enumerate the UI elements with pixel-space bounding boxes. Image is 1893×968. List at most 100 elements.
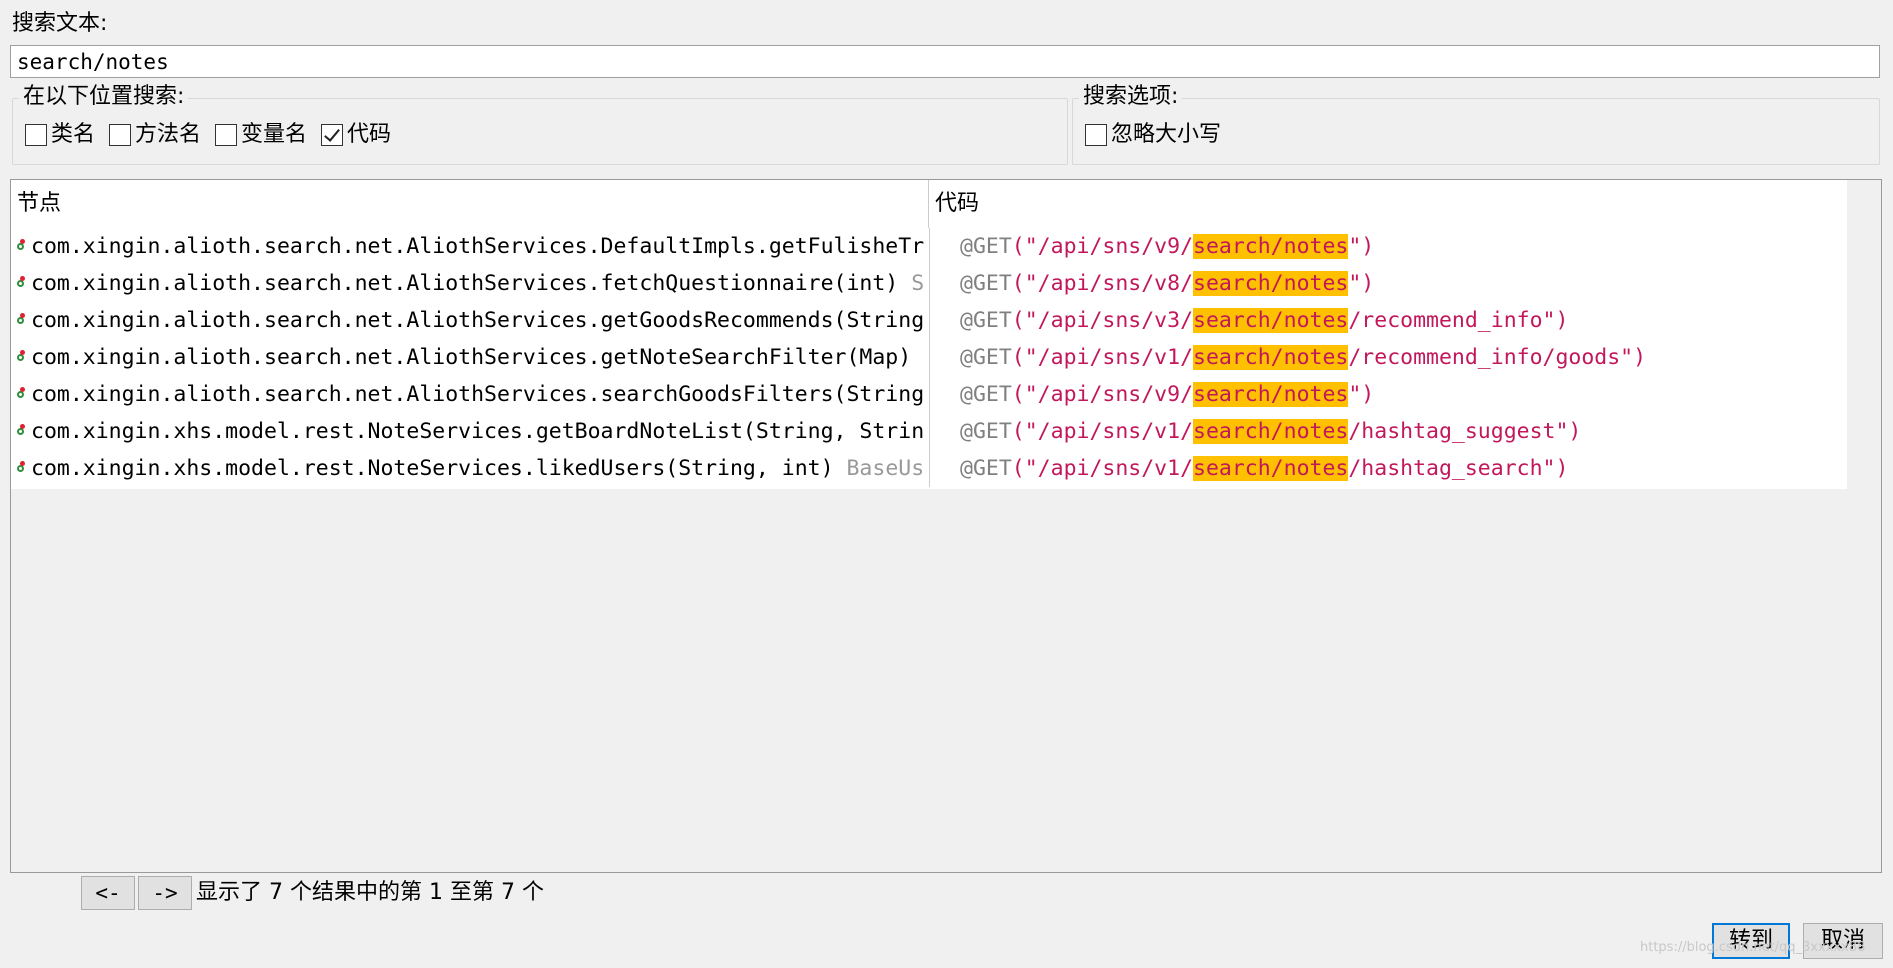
method-icon <box>14 461 26 476</box>
paren-open: ( <box>1011 382 1025 407</box>
method-icon <box>14 387 26 402</box>
node-cell[interactable]: com.xingin.alioth.search.net.AliothServi… <box>11 265 929 302</box>
annotation-text: @GET <box>960 456 1012 481</box>
ignore-case-checkbox[interactable]: 忽略大小写 <box>1085 121 1221 149</box>
string-prefix: "/api/sns/v1/ <box>1024 345 1194 370</box>
node-cell[interactable]: com.xingin.alioth.search.net.AliothServi… <box>11 302 929 339</box>
annotation-text: @GET <box>960 308 1012 333</box>
code-cell[interactable]: @GET("/api/sns/v1/search/notes/hashtag_s… <box>929 413 1847 450</box>
checkbox-box[interactable] <box>1085 124 1107 146</box>
string-prefix: "/api/sns/v8/ <box>1024 271 1194 296</box>
column-header-code[interactable]: 代码 <box>935 190 979 218</box>
code-cell[interactable]: @GET("/api/sns/v3/search/notes/recommend… <box>929 302 1847 339</box>
string-prefix: "/api/sns/v1/ <box>1024 419 1194 444</box>
paren-open: ( <box>1011 234 1025 259</box>
search-input[interactable] <box>10 45 1880 78</box>
column-divider[interactable] <box>928 180 929 228</box>
string-suffix: ") <box>1348 234 1375 259</box>
search-match-highlight: search/notes <box>1193 419 1349 444</box>
annotation-text: @GET <box>960 271 1012 296</box>
string-prefix: "/api/sns/v1/ <box>1024 456 1194 481</box>
next-page-button[interactable]: -> <box>138 876 192 910</box>
paren-open: ( <box>1011 308 1025 333</box>
node-cell[interactable]: com.xingin.xhs.model.rest.NoteServices.g… <box>11 413 929 450</box>
table-row[interactable]: com.xingin.alioth.search.net.AliothServi… <box>11 265 1847 302</box>
search-text-label: 搜索文本: <box>12 11 108 36</box>
variable-name-checkbox[interactable]: 变量名 <box>215 121 307 149</box>
search-options-title: 搜索选项: <box>1079 83 1183 111</box>
code-cell[interactable]: @GET("/api/sns/v1/search/notes/hashtag_s… <box>929 450 1847 487</box>
node-text: com.xingin.alioth.search.net.AliothServi… <box>31 382 925 407</box>
paren-open: ( <box>1011 419 1025 444</box>
node-cell[interactable]: com.xingin.xhs.model.rest.NoteServices.l… <box>11 450 929 487</box>
checkbox-box[interactable] <box>25 124 47 146</box>
checkbox-label: 类名 <box>51 122 96 147</box>
string-suffix: ") <box>1348 271 1375 296</box>
search-match-highlight: search/notes <box>1193 308 1349 333</box>
table-body: com.xingin.alioth.search.net.AliothServi… <box>11 228 1847 489</box>
string-suffix: /hashtag_suggest") <box>1348 419 1582 444</box>
checkbox-box[interactable] <box>109 124 132 146</box>
previous-page-button[interactable]: <- <box>81 876 135 910</box>
table-row[interactable]: com.xingin.alioth.search.net.AliothServi… <box>11 339 1847 376</box>
class-name-checkbox[interactable]: 类名 <box>25 121 95 149</box>
code-cell[interactable]: @GET("/api/sns/v8/search/notes") <box>929 265 1847 302</box>
node-text: com.xingin.xhs.model.rest.NoteServices.g… <box>31 419 925 444</box>
code-cell[interactable]: @GET("/api/sns/v1/search/notes/recommend… <box>929 339 1847 376</box>
checkbox-label: 变量名 <box>241 122 308 147</box>
annotation-text: @GET <box>960 345 1012 370</box>
checkbox-box-checked[interactable] <box>321 124 344 146</box>
checkbox-label: 代码 <box>347 122 392 147</box>
return-type-text: S <box>911 271 925 296</box>
string-prefix: "/api/sns/v3/ <box>1024 308 1194 333</box>
table-row[interactable]: com.xingin.xhs.model.rest.NoteServices.g… <box>11 413 1847 450</box>
method-icon <box>14 239 26 254</box>
node-text: com.xingin.alioth.search.net.AliothServi… <box>31 234 925 259</box>
node-text: com.xingin.alioth.search.net.AliothServi… <box>31 345 912 370</box>
code-cell[interactable]: @GET("/api/sns/v9/search/notes") <box>929 376 1847 413</box>
search-location-title: 在以下位置搜索: <box>19 83 189 111</box>
column-header-node[interactable]: 节点 <box>17 190 61 218</box>
search-match-highlight: search/notes <box>1193 456 1349 481</box>
search-match-highlight: search/notes <box>1193 345 1349 370</box>
string-suffix: ") <box>1348 382 1375 407</box>
annotation-text: @GET <box>960 234 1012 259</box>
table-row[interactable]: com.xingin.alioth.search.net.AliothServi… <box>11 302 1847 339</box>
paren-open: ( <box>1011 345 1025 370</box>
string-prefix: "/api/sns/v9/ <box>1024 234 1194 259</box>
search-location-group: 在以下位置搜索: 类名 方法名 变量名 代码 <box>12 83 1068 165</box>
table-row[interactable]: com.xingin.alioth.search.net.AliothServi… <box>11 228 1847 265</box>
search-match-highlight: search/notes <box>1193 234 1349 259</box>
node-text: com.xingin.alioth.search.net.AliothServi… <box>31 271 912 296</box>
results-table: 节点 代码 com.xingin.alioth.search.net.Aliot… <box>10 179 1882 873</box>
table-row[interactable]: com.xingin.alioth.search.net.AliothServi… <box>11 376 1847 413</box>
paren-open: ( <box>1011 271 1025 296</box>
search-location-options: 类名 方法名 变量名 代码 <box>25 121 405 149</box>
method-name-checkbox[interactable]: 方法名 <box>109 121 201 149</box>
search-match-highlight: search/notes <box>1193 382 1349 407</box>
watermark: https://blog.csdn.net/qq_3xxxxx88 <box>1640 940 1866 955</box>
method-icon <box>14 350 26 365</box>
checkbox-box[interactable] <box>215 124 238 146</box>
table-row[interactable]: com.xingin.xhs.model.rest.NoteServices.l… <box>11 450 1847 487</box>
method-icon <box>14 313 26 328</box>
code-checkbox[interactable]: 代码 <box>321 121 391 149</box>
node-text: com.xingin.alioth.search.net.AliothServi… <box>31 308 925 333</box>
checkbox-label: 方法名 <box>135 122 202 147</box>
node-cell[interactable]: com.xingin.alioth.search.net.AliothServi… <box>11 228 929 265</box>
method-icon <box>14 424 26 439</box>
string-suffix: /recommend_info/goods") <box>1348 345 1647 370</box>
annotation-text: @GET <box>960 419 1012 444</box>
string-suffix: /hashtag_search") <box>1348 456 1569 481</box>
code-cell[interactable]: @GET("/api/sns/v9/search/notes") <box>929 228 1847 265</box>
node-cell[interactable]: com.xingin.alioth.search.net.AliothServi… <box>11 376 929 413</box>
search-match-highlight: search/notes <box>1193 271 1349 296</box>
annotation-text: @GET <box>960 382 1012 407</box>
checkbox-label: 忽略大小写 <box>1111 122 1222 147</box>
method-icon <box>14 276 26 291</box>
string-suffix: /recommend_info") <box>1348 308 1569 333</box>
paren-open: ( <box>1011 456 1025 481</box>
string-prefix: "/api/sns/v9/ <box>1024 382 1194 407</box>
node-text: com.xingin.xhs.model.rest.NoteServices.l… <box>31 456 847 481</box>
node-cell[interactable]: com.xingin.alioth.search.net.AliothServi… <box>11 339 929 376</box>
